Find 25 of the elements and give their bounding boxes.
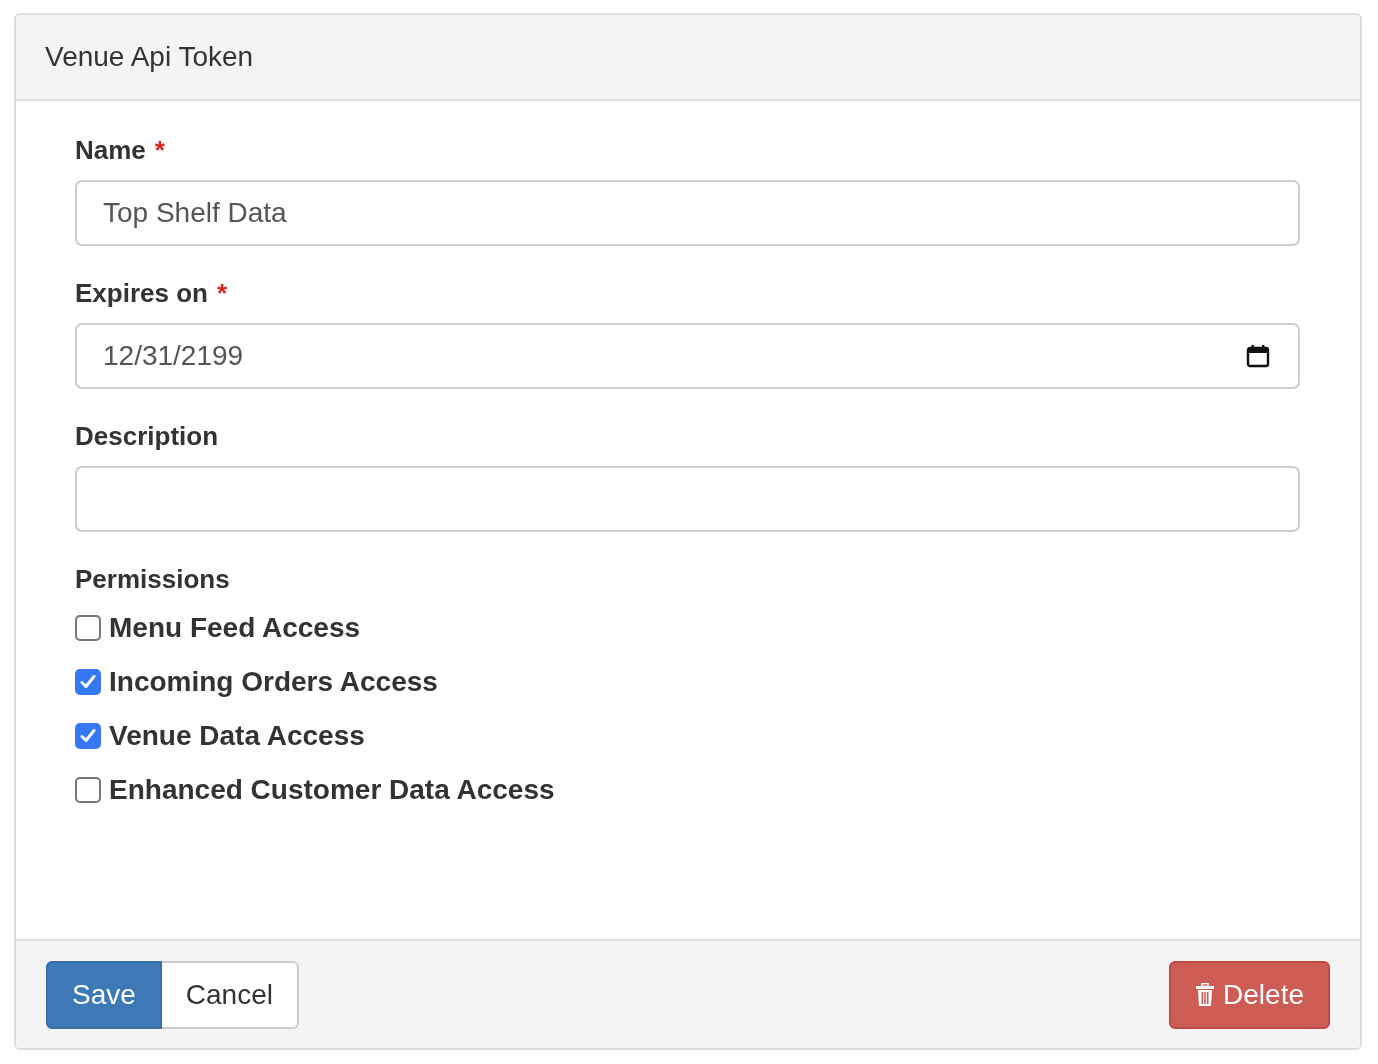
delete-button[interactable]: Delete (1169, 960, 1330, 1029)
input-field[interactable] (75, 466, 1300, 532)
checkbox-label: Venue Data Access (109, 720, 365, 752)
field-label: Expires on (75, 278, 208, 309)
checkbox[interactable] (75, 615, 101, 641)
checkbox-label: Enhanced Customer Data Access (109, 774, 555, 806)
field-label: Name (75, 135, 146, 166)
date-field[interactable]: 12/31/2199 (75, 323, 1300, 389)
checkbox[interactable] (75, 723, 101, 749)
check-icon (79, 673, 97, 691)
field-label: Description (75, 421, 219, 452)
checkbox-label: Incoming Orders Access (109, 666, 438, 698)
required-mark: * (216, 278, 228, 309)
calendar-icon[interactable] (1245, 343, 1271, 369)
check-icon (79, 727, 97, 745)
checkbox[interactable] (75, 669, 101, 695)
panel-title: Venue Api Token (45, 41, 254, 73)
trash-icon (1195, 982, 1216, 1007)
input-field[interactable]: Top Shelf Data (75, 180, 1300, 246)
cancel-button[interactable]: Cancel (161, 960, 299, 1029)
required-mark: * (154, 135, 165, 166)
checkbox-label: Menu Feed Access (109, 612, 361, 644)
checkbox[interactable] (75, 777, 101, 803)
save-button[interactable]: Save (46, 960, 162, 1029)
section-heading: Permissions (75, 564, 231, 595)
